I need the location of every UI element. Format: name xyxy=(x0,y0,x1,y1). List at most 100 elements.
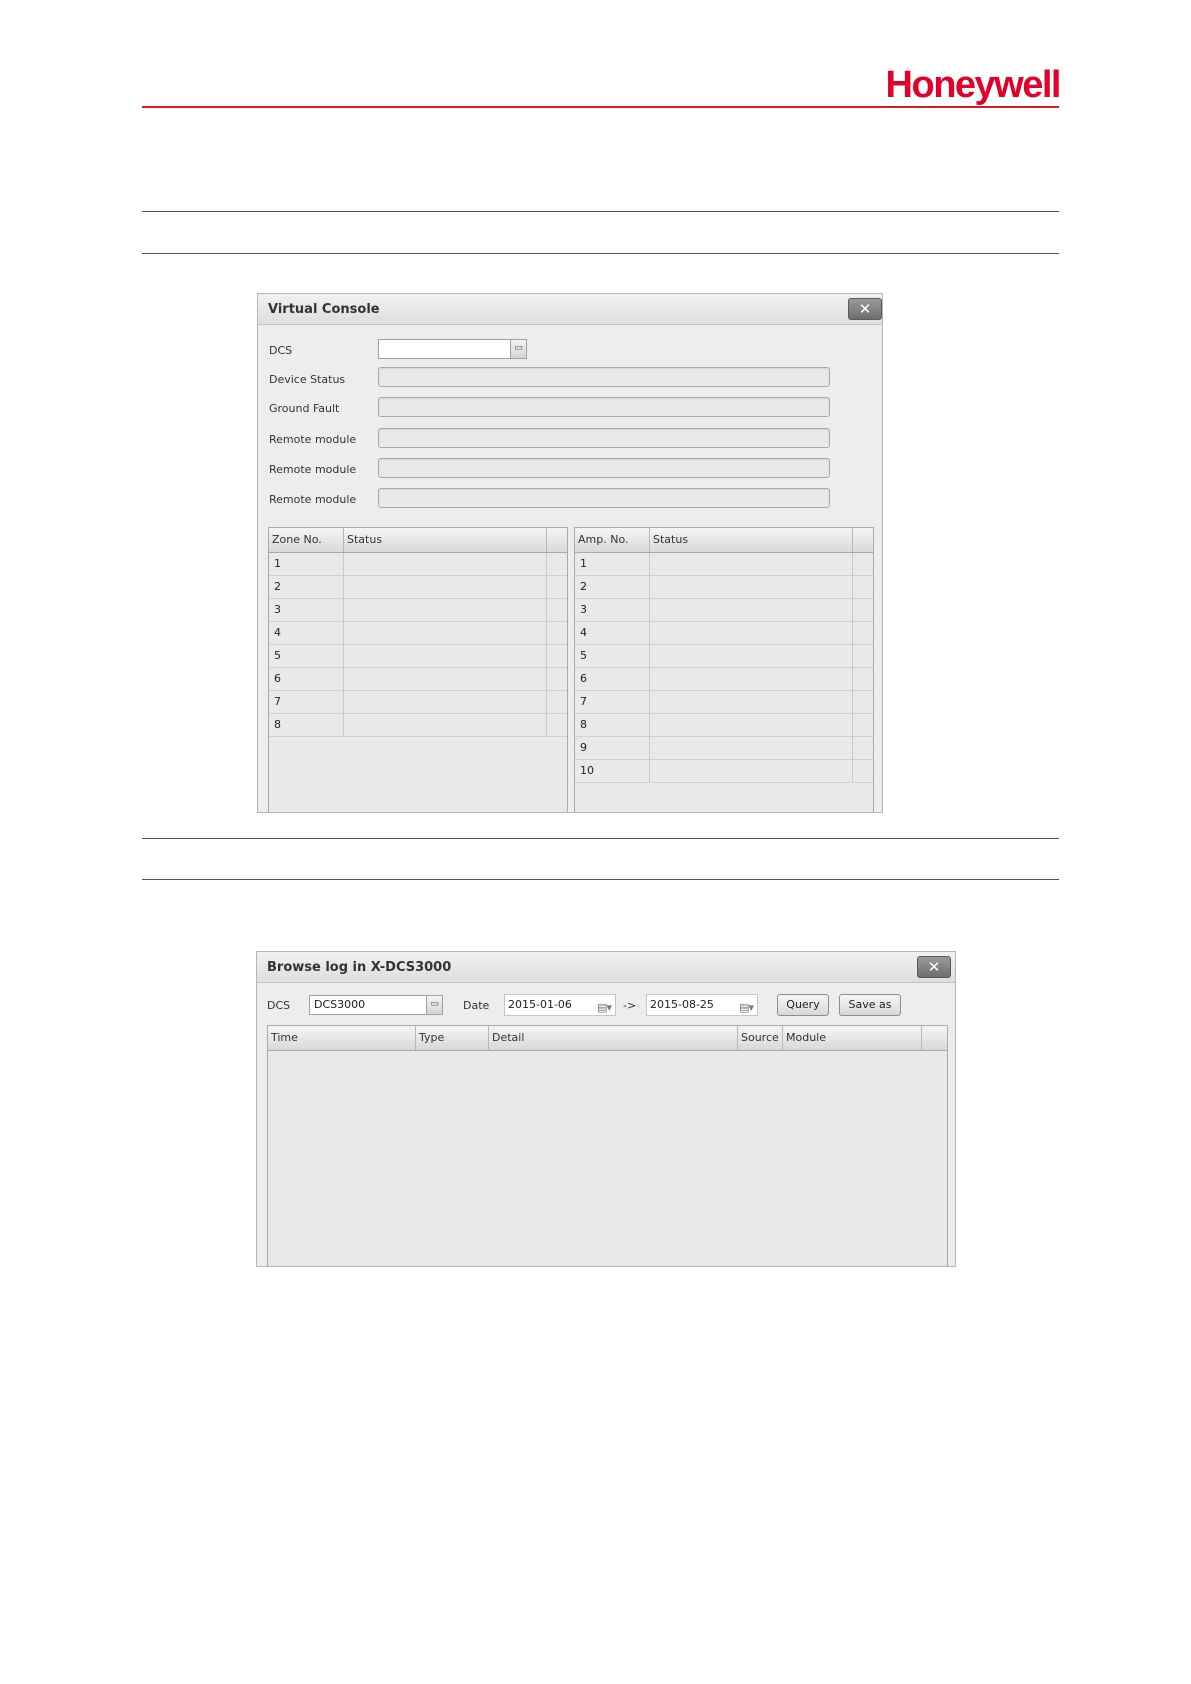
row-number: 4 xyxy=(269,622,344,644)
table-row[interactable]: 4 xyxy=(575,622,873,645)
row-status xyxy=(650,576,853,598)
table-row[interactable]: 7 xyxy=(269,691,567,714)
remote-module-label: Remote module xyxy=(269,433,357,446)
amp-grid: Amp. No. Status 1 2 3 4 5 6 7 8 9 10 xyxy=(574,527,874,812)
row-number: 1 xyxy=(269,553,344,575)
date-range-arrow: -> xyxy=(623,999,637,1012)
log-grid-header: Time Type Detail Source Module xyxy=(268,1026,947,1051)
divider xyxy=(142,211,1059,212)
table-row[interactable]: 7 xyxy=(575,691,873,714)
row-status xyxy=(344,645,547,667)
honeywell-logo: Honeywell xyxy=(885,64,1062,106)
row-status xyxy=(650,645,853,667)
column-header-zone-no[interactable]: Zone No. xyxy=(269,528,344,552)
row-status xyxy=(650,668,853,690)
row-status xyxy=(344,553,547,575)
close-icon: ✕ xyxy=(858,300,872,318)
table-row[interactable]: 3 xyxy=(575,599,873,622)
row-number: 7 xyxy=(575,691,650,713)
column-header-status[interactable]: Status xyxy=(650,528,853,552)
row-number: 6 xyxy=(575,668,650,690)
row-status xyxy=(344,668,547,690)
row-number: 5 xyxy=(575,645,650,667)
column-header-module[interactable]: Module xyxy=(783,1026,922,1050)
table-row[interactable]: 1 xyxy=(269,553,567,576)
dcs-label: DCS xyxy=(269,344,293,357)
row-number: 1 xyxy=(575,553,650,575)
table-row[interactable]: 2 xyxy=(575,576,873,599)
table-row[interactable]: 9 xyxy=(575,737,873,760)
table-row[interactable]: 10 xyxy=(575,760,873,783)
row-status xyxy=(650,553,853,575)
row-status xyxy=(344,576,547,598)
row-status xyxy=(344,599,547,621)
row-status xyxy=(650,737,853,759)
close-icon: ✕ xyxy=(927,958,941,976)
row-status xyxy=(650,691,853,713)
column-header-type[interactable]: Type xyxy=(416,1026,489,1050)
row-number: 3 xyxy=(575,599,650,621)
divider xyxy=(142,253,1059,254)
row-number: 8 xyxy=(575,714,650,736)
chevron-down-icon[interactable]: ▭ xyxy=(426,996,442,1014)
table-row[interactable]: 8 xyxy=(575,714,873,737)
table-row[interactable]: 8 xyxy=(269,714,567,737)
table-row[interactable]: 1 xyxy=(575,553,873,576)
table-row[interactable]: 5 xyxy=(269,645,567,668)
remote-module-field xyxy=(378,428,830,448)
device-status-field xyxy=(378,367,830,387)
date-label: Date xyxy=(463,999,490,1012)
window-titlebar: Virtual Console ✕ xyxy=(258,294,882,325)
table-row[interactable]: 6 xyxy=(575,668,873,691)
remote-module-label: Remote module xyxy=(269,493,357,506)
window-title: Browse log in X-DCS3000 xyxy=(267,960,452,975)
table-row[interactable]: 2 xyxy=(269,576,567,599)
row-number: 5 xyxy=(269,645,344,667)
row-number: 10 xyxy=(575,760,650,782)
remote-module-field xyxy=(378,488,830,508)
date-to-value: 2015-08-25 xyxy=(650,998,714,1011)
table-row[interactable]: 6 xyxy=(269,668,567,691)
divider xyxy=(142,879,1059,880)
virtual-console-window: Virtual Console ✕ DCS ▭ Device Status Gr… xyxy=(257,293,883,813)
ground-fault-label: Ground Fault xyxy=(269,402,340,415)
date-to-input[interactable]: 2015-08-25 ▤▾ xyxy=(646,994,758,1016)
amp-grid-header: Amp. No. Status xyxy=(575,528,873,553)
save-as-button[interactable]: Save as xyxy=(839,994,901,1016)
query-button[interactable]: Query xyxy=(777,994,829,1016)
date-from-input[interactable]: 2015-01-06 ▤▾ xyxy=(504,994,616,1016)
zone-grid: Zone No. Status 12345678 xyxy=(268,527,568,812)
browse-log-window: Browse log in X-DCS3000 ✕ DCS DCS3000 ▭ … xyxy=(256,951,956,1267)
row-number: 3 xyxy=(269,599,344,621)
calendar-icon[interactable]: ▤▾ xyxy=(597,998,612,1018)
dcs-select-value: DCS3000 xyxy=(314,998,366,1011)
close-button[interactable]: ✕ xyxy=(917,956,951,978)
table-row[interactable]: 4 xyxy=(269,622,567,645)
row-number: 9 xyxy=(575,737,650,759)
dcs-label: DCS xyxy=(267,999,291,1012)
ground-fault-field xyxy=(378,397,830,417)
column-header-amp-no[interactable]: Amp. No. xyxy=(575,528,650,552)
column-header-detail[interactable]: Detail xyxy=(489,1026,738,1050)
column-header-source[interactable]: Source xyxy=(738,1026,783,1050)
row-number: 4 xyxy=(575,622,650,644)
chevron-down-icon[interactable]: ▭ xyxy=(510,340,526,358)
row-number: 2 xyxy=(575,576,650,598)
calendar-icon[interactable]: ▤▾ xyxy=(739,998,754,1018)
date-from-value: 2015-01-06 xyxy=(508,998,572,1011)
row-status xyxy=(344,691,547,713)
device-status-label: Device Status xyxy=(269,373,346,386)
table-row[interactable]: 5 xyxy=(575,645,873,668)
divider xyxy=(142,838,1059,839)
dcs-select[interactable]: ▭ xyxy=(378,339,527,359)
log-grid: Time Type Detail Source Module xyxy=(267,1025,948,1266)
close-button[interactable]: ✕ xyxy=(848,298,882,320)
remote-module-label: Remote module xyxy=(269,463,357,476)
row-number: 6 xyxy=(269,668,344,690)
row-status xyxy=(650,760,853,782)
column-header-time[interactable]: Time xyxy=(268,1026,416,1050)
table-row[interactable]: 3 xyxy=(269,599,567,622)
dcs-select[interactable]: DCS3000 ▭ xyxy=(309,995,443,1015)
zone-grid-header: Zone No. Status xyxy=(269,528,567,553)
column-header-status[interactable]: Status xyxy=(344,528,547,552)
